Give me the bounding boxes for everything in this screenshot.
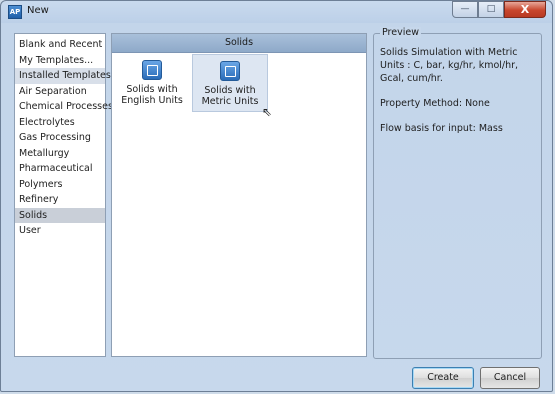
- maximize-button[interactable]: □: [478, 1, 504, 18]
- template-label-line1: Solids with: [126, 84, 178, 95]
- category-item[interactable]: User: [15, 223, 105, 239]
- templates-panel: Solids Solids with English Units Solids …: [111, 33, 367, 357]
- preview-description: Solids Simulation with Metric Units : C,…: [380, 47, 519, 84]
- category-item[interactable]: My Templates...: [15, 53, 105, 69]
- minimize-button[interactable]: —: [452, 1, 478, 18]
- create-button[interactable]: Create: [412, 367, 474, 389]
- template-label-line1: Solids with: [204, 85, 256, 96]
- template-label-line2: Metric Units: [201, 96, 259, 107]
- window-title: New: [27, 5, 49, 16]
- app-icon: AP: [8, 5, 22, 19]
- category-item[interactable]: Refinery: [15, 192, 105, 208]
- category-list[interactable]: Blank and Recent My Templates... Install…: [14, 33, 113, 357]
- category-item[interactable]: Chemical Processes: [15, 99, 113, 115]
- category-item[interactable]: Metallurgy: [15, 146, 105, 162]
- category-item[interactable]: Installed Templates: [15, 68, 111, 84]
- category-item[interactable]: Blank and Recent: [15, 37, 105, 53]
- category-item[interactable]: Pharmaceutical: [15, 161, 105, 177]
- window-controls: — □ X: [452, 1, 546, 18]
- templates-header: Solids: [112, 34, 366, 53]
- preview-body: Solids Simulation with Metric Units : C,…: [380, 46, 538, 147]
- category-item[interactable]: Polymers: [15, 177, 105, 193]
- mouse-cursor-icon: ⇖: [262, 105, 273, 119]
- category-item[interactable]: Air Separation: [15, 84, 105, 100]
- new-dialog-window: AP New — □ X Blank and Recent My Templat…: [0, 0, 553, 392]
- template-icon: [142, 60, 162, 80]
- template-tile-selected[interactable]: Solids with Metric Units: [192, 54, 268, 112]
- preview-property-method: Property Method: None: [380, 98, 490, 109]
- preview-group: Preview Solids Simulation with Metric Un…: [373, 27, 542, 359]
- preview-flow-basis: Flow basis for input: Mass: [380, 123, 503, 134]
- category-item-selected[interactable]: Solids: [15, 207, 105, 223]
- template-label-line2: English Units: [121, 95, 183, 106]
- close-button[interactable]: X: [504, 1, 546, 18]
- cancel-button[interactable]: Cancel: [480, 367, 540, 389]
- category-item[interactable]: Gas Processing: [15, 130, 105, 146]
- category-item[interactable]: Electrolytes: [15, 115, 105, 131]
- template-tile[interactable]: Solids with English Units: [114, 54, 190, 112]
- template-icon: [220, 61, 240, 81]
- title-bar[interactable]: AP New — □ X: [1, 1, 552, 23]
- preview-legend: Preview: [380, 27, 421, 38]
